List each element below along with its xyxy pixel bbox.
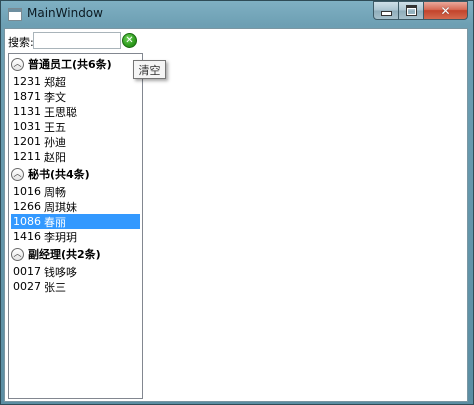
main-window: MainWindow ✕ 搜索: ✕ ︿ 普通员工(共6条) 1231 郑超 1… (0, 0, 474, 405)
employee-name: 王思聪 (44, 105, 77, 119)
client-area: 搜索: ✕ ︿ 普通员工(共6条) 1231 郑超 1871 李文 1131 王… (4, 28, 468, 402)
collapse-icon[interactable]: ︿ (11, 57, 24, 71)
employee-name: 张三 (44, 280, 66, 294)
list-item[interactable]: 1131 王思聪 (11, 104, 140, 119)
minimize-icon (380, 11, 392, 16)
employee-name: 周畅 (44, 185, 66, 199)
list-item[interactable]: 1031 王五 (11, 119, 140, 134)
minimize-button[interactable] (373, 1, 399, 20)
list-item[interactable]: 0027 张三 (11, 279, 140, 294)
clear-search-button[interactable]: ✕ (122, 33, 137, 48)
group-title: 普通员工(共6条) (28, 58, 112, 71)
employee-id: 1131 (13, 105, 41, 118)
list-item[interactable]: 1266 周琪妹 (11, 199, 140, 214)
list-item[interactable]: 1416 李玥玥 (11, 229, 140, 244)
list-item[interactable]: 1016 周畅 (11, 184, 140, 199)
employee-name: 钱哆哆 (44, 265, 77, 279)
group-header-secretary[interactable]: ︿ 秘书(共4条) (11, 165, 139, 183)
title-bar[interactable]: MainWindow ✕ (1, 1, 473, 28)
employee-id: 0027 (13, 280, 41, 293)
group-header-deputy-manager[interactable]: ︿ 副经理(共2条) (11, 245, 139, 263)
app-icon (8, 8, 22, 21)
employee-id: 1031 (13, 120, 41, 133)
employee-id: 1016 (13, 185, 41, 198)
group-title: 秘书(共4条) (28, 168, 90, 181)
list-item[interactable]: 1211 赵阳 (11, 149, 140, 164)
employee-list[interactable]: ︿ 普通员工(共6条) 1231 郑超 1871 李文 1131 王思聪 103… (8, 53, 143, 399)
employee-id: 1086 (13, 215, 41, 228)
list-item[interactable]: 1201 孙迪 (11, 134, 140, 149)
list-item[interactable]: 1871 李文 (11, 89, 140, 104)
list-item[interactable]: 0017 钱哆哆 (11, 264, 140, 279)
employee-name: 春丽 (44, 215, 66, 229)
employee-name: 孙迪 (44, 135, 66, 149)
close-icon: ✕ (440, 3, 451, 18)
window-title: MainWindow (27, 6, 103, 20)
employee-id: 0017 (13, 265, 41, 278)
maximize-icon (405, 5, 417, 16)
employee-id: 1201 (13, 135, 41, 148)
list-item[interactable]: 1231 郑超 (11, 74, 140, 89)
collapse-icon[interactable]: ︿ (11, 167, 24, 181)
employee-id: 1266 (13, 200, 41, 213)
employee-name: 郑超 (44, 75, 66, 89)
employee-name: 周琪妹 (44, 200, 77, 214)
group-title: 副经理(共2条) (28, 248, 101, 261)
group-header-regular[interactable]: ︿ 普通员工(共6条) (11, 55, 139, 73)
employee-name: 王五 (44, 120, 66, 134)
employee-id: 1416 (13, 230, 41, 243)
search-input[interactable] (33, 32, 121, 49)
employee-name: 李玥玥 (44, 230, 77, 244)
close-button[interactable]: ✕ (423, 1, 468, 20)
collapse-icon[interactable]: ︿ (11, 247, 24, 261)
list-item-selected[interactable]: 1086 春丽 (11, 214, 140, 229)
employee-name: 赵阳 (44, 150, 66, 164)
employee-id: 1211 (13, 150, 41, 163)
search-label: 搜索: (8, 36, 34, 49)
clear-tooltip: 清空 (133, 60, 166, 79)
employee-name: 李文 (44, 90, 66, 104)
employee-id: 1231 (13, 75, 41, 88)
clear-icon: ✕ (125, 34, 134, 46)
maximize-button[interactable] (398, 1, 424, 20)
employee-id: 1871 (13, 90, 41, 103)
